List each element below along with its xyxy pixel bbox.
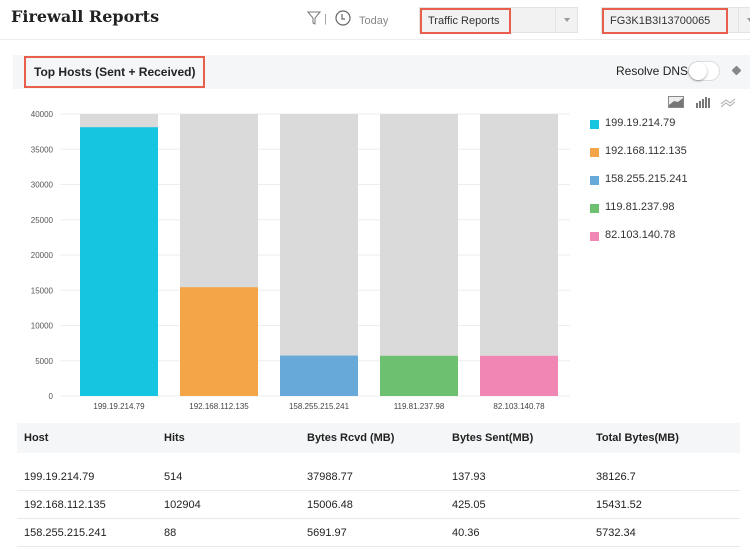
chevron-down-icon[interactable] [555, 8, 577, 32]
resolve-dns-label: Resolve DNS [616, 64, 689, 78]
panel-header: Top Hosts (Sent + Received) Resolve DNS [13, 55, 750, 89]
table-row[interactable]: 192.168.112.135 102904 15006.48 425.05 15431… [17, 491, 740, 519]
table-row[interactable]: 199.19.214.79 514 37988.77 137.93 38126.7 [17, 463, 740, 491]
expand-icon[interactable] [731, 65, 742, 76]
chart-legend: 199.19.214.79 192.168.112.135 158.255.215.… [590, 117, 688, 257]
report-type-select[interactable]: Traffic Reports [419, 7, 578, 34]
bar[interactable] [280, 355, 358, 396]
table-cell: 158.255.215.241 [24, 526, 107, 539]
bar[interactable] [480, 355, 558, 396]
legend-label: 199.19.214.79 [605, 117, 676, 129]
table-cell: 40.36 [452, 526, 480, 539]
bar[interactable] [80, 127, 158, 397]
table-cell: 37988.77 [307, 470, 353, 483]
column-header-bytes-rcvd[interactable]: Bytes Rcvd (MB) [307, 423, 452, 453]
table-cell: 199.19.214.79 [24, 470, 95, 483]
page-title: Firewall Reports [11, 7, 160, 26]
y-tick-label: 25000 [31, 216, 54, 225]
y-tick-label: 20000 [31, 251, 54, 260]
hosts-table: Host Hits Bytes Rcvd (MB) Bytes Sent(MB)… [17, 423, 740, 547]
y-tick-label: 40000 [31, 110, 54, 119]
x-tick-label: 199.19.214.79 [93, 402, 145, 411]
y-tick-label: 0 [49, 392, 54, 401]
panel-title: Top Hosts (Sent + Received) [24, 56, 206, 88]
column-header-total-bytes[interactable]: Total Bytes(MB) [596, 423, 740, 453]
bar-background [380, 114, 458, 396]
legend-item[interactable]: 119.81.237.98 [590, 201, 688, 229]
bar-background [480, 114, 558, 396]
device-select[interactable]: FG3K1B3I13700065 [601, 7, 750, 34]
column-header-bytes-sent[interactable]: Bytes Sent(MB) [452, 423, 596, 453]
table-row[interactable]: 158.255.215.241 88 5691.97 40.36 5732.34 [17, 519, 740, 547]
table-cell: 15431.52 [596, 498, 642, 511]
table-cell: 137.93 [452, 470, 486, 483]
table-cell: 102904 [164, 498, 201, 511]
column-header-hits[interactable]: Hits [164, 423, 307, 453]
filter-icon[interactable] [307, 11, 321, 25]
bar-chart: 0 5000 10000 15000 20000 25000 30000 35000 40000… [31, 110, 570, 411]
column-header-host[interactable]: Host [17, 423, 164, 453]
x-tick-label: 158.255.215.241 [289, 402, 350, 411]
legend-item[interactable]: 192.168.112.135 [590, 145, 688, 173]
x-tick-label: 192.168.112.135 [189, 402, 249, 411]
legend-item[interactable]: 199.19.214.79 [590, 117, 688, 145]
separator: | [324, 13, 327, 25]
table-cell: 192.168.112.135 [24, 498, 106, 511]
legend-label: 158.255.215.241 [605, 173, 688, 185]
y-tick-label: 15000 [31, 286, 54, 295]
bar[interactable] [380, 355, 458, 396]
resolve-dns-toggle[interactable] [688, 61, 720, 81]
clock-icon[interactable] [335, 10, 351, 26]
legend-item[interactable]: 158.255.215.241 [590, 173, 688, 201]
bar-chart-icon[interactable] [695, 96, 711, 108]
y-tick-label: 30000 [31, 181, 54, 190]
x-tick-label: 119.81.237.98 [394, 402, 445, 411]
bar-background [280, 114, 358, 396]
chevron-down-icon[interactable] [738, 8, 750, 32]
legend-swatch [590, 204, 599, 213]
table-cell: 5732.34 [596, 526, 636, 539]
legend-item[interactable]: 82.103.140.78 [590, 229, 688, 257]
table-cell: 15006.48 [307, 498, 353, 511]
area-chart-icon[interactable] [668, 96, 684, 108]
period-label[interactable]: Today [359, 15, 388, 27]
table-cell: 514 [164, 470, 183, 483]
legend-swatch [590, 232, 599, 241]
legend-label: 192.168.112.135 [605, 145, 687, 157]
top-bar: Firewall Reports | Today Traffic Reports… [0, 0, 750, 40]
table-cell: 5691.97 [307, 526, 347, 539]
table-cell: 38126.7 [596, 470, 636, 483]
y-tick-label: 10000 [31, 322, 54, 331]
table-header: Host Hits Bytes Rcvd (MB) Bytes Sent(MB)… [17, 423, 740, 453]
legend-swatch [590, 176, 599, 185]
x-tick-label: 82.103.140.78 [493, 402, 545, 411]
legend-label: 82.103.140.78 [605, 229, 676, 241]
legend-swatch [590, 148, 599, 157]
report-type-value[interactable]: Traffic Reports [420, 8, 511, 34]
table-cell: 425.05 [452, 498, 486, 511]
legend-label: 119.81.237.98 [605, 201, 675, 213]
line-chart-icon[interactable] [720, 96, 736, 108]
device-value[interactable]: FG3K1B3I13700065 [602, 8, 728, 34]
legend-swatch [590, 120, 599, 129]
y-tick-label: 35000 [31, 145, 54, 154]
table-cell: 88 [164, 526, 177, 539]
bar[interactable] [180, 287, 258, 396]
y-tick-label: 5000 [35, 357, 53, 366]
